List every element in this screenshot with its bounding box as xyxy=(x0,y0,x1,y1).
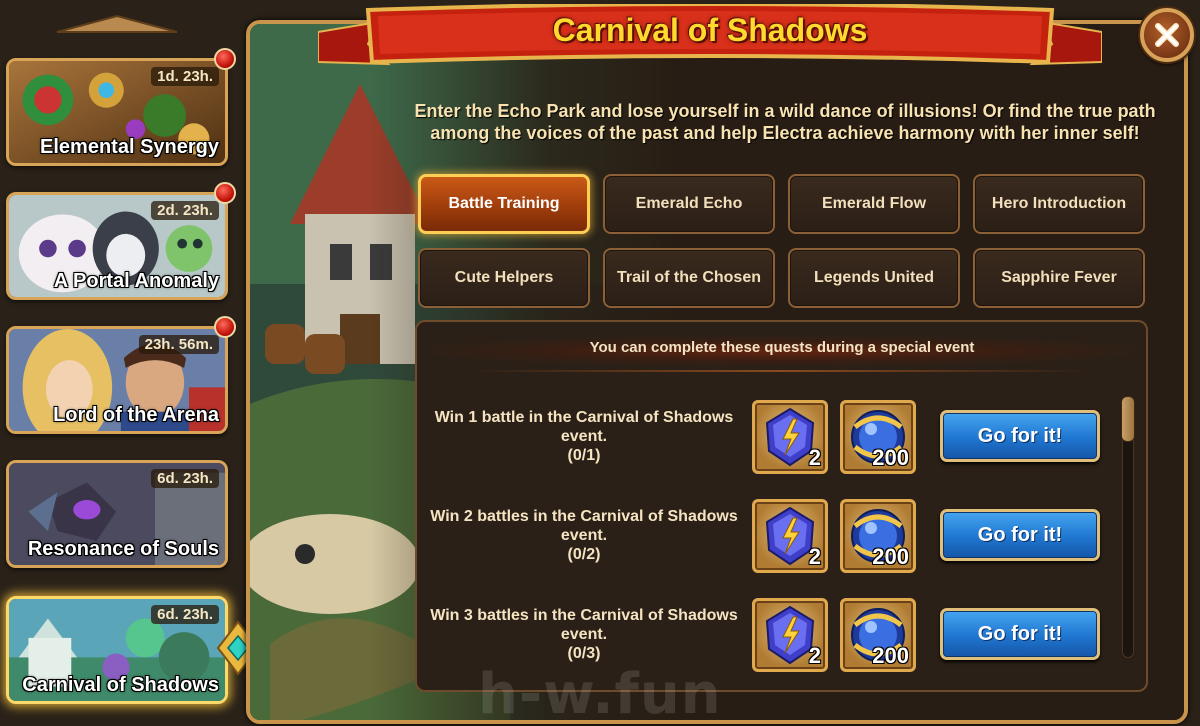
reward-slot[interactable]: 2 xyxy=(752,499,828,573)
go-for-it-button[interactable]: Go for it! xyxy=(940,608,1100,660)
quest-text-line: Win 2 battles in the Carnival of Shadows xyxy=(430,507,738,525)
event-card-resonance-of-souls[interactable]: 6d. 23h. Resonance of Souls xyxy=(6,460,228,568)
reward-count: 2 xyxy=(808,643,821,668)
notification-dot-icon xyxy=(214,48,236,70)
tab-sapphire-fever[interactable]: Sapphire Fever xyxy=(973,248,1145,308)
watermark: h-w.fun xyxy=(478,662,722,726)
panel-title: Carnival of Shadows xyxy=(552,12,868,48)
quest-progress: (0/1) xyxy=(567,446,601,464)
event-card-carnival-of-shadows[interactable]: 6d. 23h. Carnival of Shadows xyxy=(6,596,228,704)
event-card-a-portal-anomaly[interactable]: 2d. 23h. A Portal Anomaly xyxy=(6,192,228,300)
event-timer: 6d. 23h. xyxy=(151,469,219,488)
event-timer: 1d. 23h. xyxy=(151,67,219,86)
event-card-lord-of-the-arena[interactable]: 23h. 56m. Lord of the Arena xyxy=(6,326,228,434)
reward-count: 200 xyxy=(872,643,909,668)
quest-progress: (0/2) xyxy=(567,545,601,563)
tab-emerald-echo[interactable]: Emerald Echo xyxy=(603,174,775,234)
scroll-up-arrow-icon[interactable] xyxy=(55,12,179,34)
event-title: Resonance of Souls xyxy=(27,538,219,560)
quest-description: Win 2 battles in the Carnival of Shadows… xyxy=(420,489,748,581)
quest-text-line: event. xyxy=(560,427,608,445)
go-for-it-button[interactable]: Go for it! xyxy=(940,410,1100,462)
quest-row: Win 2 battles in the Carnival of Shadows… xyxy=(420,489,1120,581)
quest-text-line: Win 3 battles in the Carnival of Shadows xyxy=(430,606,738,624)
close-icon xyxy=(1155,23,1179,47)
event-timer: 23h. 56m. xyxy=(138,335,219,354)
reward-count: 2 xyxy=(808,544,821,569)
tab-emerald-flow[interactable]: Emerald Flow xyxy=(788,174,960,234)
tab-hero-introduction[interactable]: Hero Introduction xyxy=(973,174,1145,234)
tab-legends-united[interactable]: Legends United xyxy=(788,248,960,308)
notification-dot-icon xyxy=(214,316,236,338)
reward-slot[interactable]: 200 xyxy=(840,598,916,672)
quest-list-header: You can complete these quests during a s… xyxy=(430,336,1134,366)
quest-text-line: event. xyxy=(560,526,608,544)
event-title: Lord of the Arena xyxy=(53,404,219,426)
event-card-elemental-synergy[interactable]: 1d. 23h. Elemental Synergy xyxy=(6,58,228,166)
reward-slot[interactable]: 2 xyxy=(752,598,828,672)
quest-text-line: Win 1 battle in the Carnival of Shadows xyxy=(434,408,734,426)
event-timer: 2d. 23h. xyxy=(151,201,219,220)
tab-cute-helpers[interactable]: Cute Helpers xyxy=(418,248,590,308)
reward-slot[interactable]: 2 xyxy=(752,400,828,474)
tab-battle-training[interactable]: Battle Training xyxy=(418,174,590,234)
quest-description: Win 1 battle in the Carnival of Shadows … xyxy=(420,390,748,482)
event-title: Carnival of Shadows xyxy=(22,674,219,696)
reward-count: 200 xyxy=(872,445,909,470)
event-timer: 6d. 23h. xyxy=(151,605,219,624)
go-for-it-button[interactable]: Go for it! xyxy=(940,509,1100,561)
reward-count: 2 xyxy=(808,445,821,470)
quest-progress: (0/3) xyxy=(567,644,601,662)
notification-dot-icon xyxy=(214,182,236,204)
event-title: A Portal Anomaly xyxy=(53,270,219,292)
quest-text-line: event. xyxy=(560,625,608,643)
header-divider xyxy=(470,370,1090,372)
tab-trail-of-the-chosen[interactable]: Trail of the Chosen xyxy=(603,248,775,308)
reward-slot[interactable]: 200 xyxy=(840,499,916,573)
quest-row: Win 1 battle in the Carnival of Shadows … xyxy=(420,390,1120,482)
event-description: Enter the Echo Park and lose yourself in… xyxy=(414,101,1156,143)
close-button[interactable] xyxy=(1140,8,1194,62)
quest-scrollbar-thumb[interactable] xyxy=(1121,396,1135,442)
reward-count: 200 xyxy=(872,544,909,569)
reward-slot[interactable]: 200 xyxy=(840,400,916,474)
event-title: Elemental Synergy xyxy=(40,136,219,158)
